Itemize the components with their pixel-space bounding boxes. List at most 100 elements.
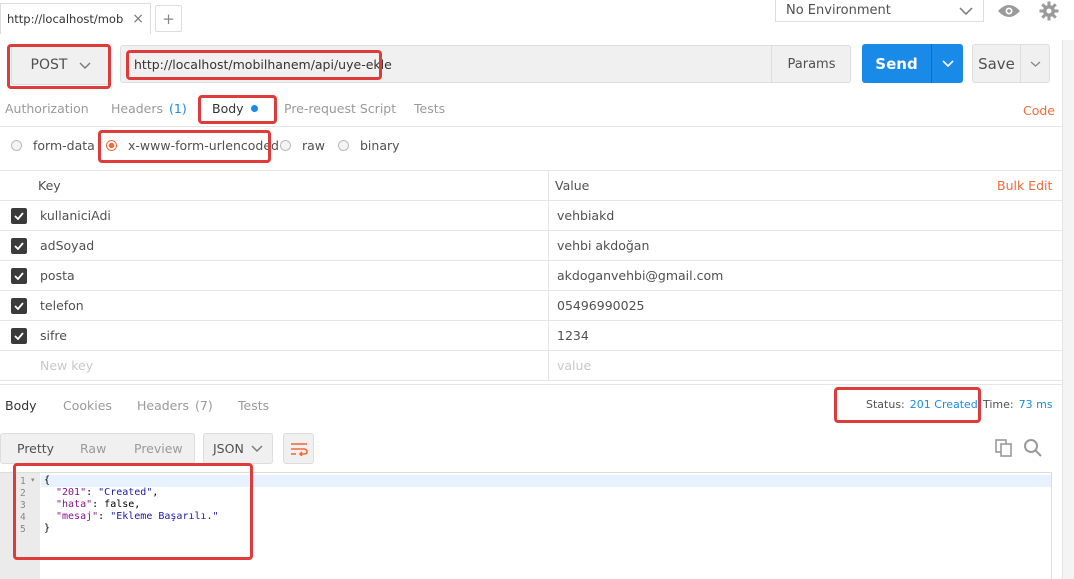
- search-icon[interactable]: [1022, 438, 1044, 458]
- mode-x-www-form-urlencoded[interactable]: x-www-form-urlencoded: [106, 138, 279, 153]
- row-key[interactable]: sifre: [40, 328, 67, 343]
- column-divider: [548, 321, 549, 351]
- time-value: 73 ms: [1018, 398, 1053, 411]
- json-value: "Ekleme Başarılı.": [110, 511, 219, 522]
- radio-icon: [106, 140, 117, 151]
- scrollbar[interactable]: [1062, 40, 1074, 579]
- pretty-button[interactable]: Pretty: [17, 441, 54, 456]
- code-link[interactable]: Code: [1023, 103, 1055, 118]
- check-icon[interactable]: [11, 327, 27, 344]
- check-icon[interactable]: [11, 267, 27, 284]
- column-divider: [548, 171, 549, 201]
- radio-icon: [280, 140, 291, 151]
- code-line: "201": "Created",: [56, 487, 159, 498]
- column-divider: [548, 261, 549, 291]
- tab-authorization[interactable]: Authorization: [5, 101, 89, 116]
- response-tab-headers[interactable]: Headers (7): [137, 398, 213, 413]
- active-line-highlight: [41, 475, 1051, 487]
- table-row[interactable]: adSoyad vehbi akdoğan: [0, 231, 1062, 261]
- params-button[interactable]: Params: [771, 45, 851, 83]
- new-value-input[interactable]: value: [557, 358, 591, 373]
- method-select[interactable]: POST: [11, 45, 111, 85]
- line-number: 1: [20, 476, 26, 487]
- chevron-down-icon: [941, 60, 954, 67]
- close-icon[interactable]: ×: [132, 11, 144, 27]
- params-table: Key Value Bulk Edit kullaniciAdi vehbiak…: [0, 170, 1062, 382]
- wrap-icon[interactable]: [283, 433, 314, 464]
- status-badge: Status: 201 Created: [866, 398, 978, 411]
- chevron-down-icon: [1030, 61, 1040, 67]
- table-row[interactable]: posta akdoganvehbi@gmail.com: [0, 261, 1062, 291]
- code-open-brace: {: [44, 475, 51, 486]
- status-value: 201 Created: [909, 398, 978, 411]
- check-icon[interactable]: [11, 207, 27, 224]
- line-number: 3: [20, 500, 26, 511]
- line-number: 2: [20, 488, 26, 499]
- eye-icon[interactable]: [992, 0, 1025, 22]
- radio-icon: [338, 140, 349, 151]
- line-number: 4: [20, 512, 26, 523]
- row-key[interactable]: posta: [40, 268, 75, 283]
- bulk-edit-link[interactable]: Bulk Edit: [997, 178, 1052, 193]
- radio-icon: [11, 140, 22, 151]
- environment-select[interactable]: No Environment: [775, 0, 984, 22]
- copy-icon[interactable]: [994, 438, 1014, 458]
- check-icon[interactable]: [11, 297, 27, 314]
- plus-icon[interactable]: +: [155, 5, 182, 32]
- time-label: Time:: [983, 398, 1014, 411]
- table-row[interactable]: sifre 1234: [0, 321, 1062, 351]
- row-value[interactable]: 05496990025: [557, 298, 644, 313]
- column-divider: [548, 351, 549, 381]
- response-tab-cookies[interactable]: Cookies: [63, 398, 112, 413]
- tab-body[interactable]: Body: [212, 101, 258, 116]
- row-value[interactable]: 1234: [557, 328, 589, 343]
- new-row[interactable]: New key value: [0, 351, 1062, 381]
- fold-icon[interactable]: ▾: [31, 476, 35, 484]
- send-dropdown[interactable]: [932, 60, 963, 67]
- row-key[interactable]: telefon: [40, 298, 84, 313]
- row-key[interactable]: adSoyad: [40, 238, 94, 253]
- view-mode-group: Pretty Raw Preview: [0, 433, 195, 464]
- mode-form-data[interactable]: form-data: [11, 138, 95, 153]
- mode-form-data-label: form-data: [33, 138, 95, 153]
- response-tab-headers-count: (7): [195, 398, 213, 413]
- chevron-down-icon: [251, 445, 263, 452]
- row-value[interactable]: akdoganvehbi@gmail.com: [557, 268, 723, 283]
- tabs-divider: [0, 126, 1074, 127]
- request-tab[interactable]: http://localhost/mobil ×: [0, 3, 151, 34]
- mode-binary[interactable]: binary: [338, 138, 400, 153]
- mode-raw[interactable]: raw: [280, 138, 325, 153]
- row-key[interactable]: kullaniciAdi: [40, 208, 111, 223]
- format-label: JSON: [213, 441, 244, 456]
- request-tab-title: http://localhost/mobil: [7, 12, 125, 26]
- response-tab-body[interactable]: Body: [5, 398, 37, 413]
- line-number: 5: [20, 524, 26, 535]
- send-button[interactable]: Send: [862, 44, 963, 83]
- mode-raw-label: raw: [302, 138, 326, 153]
- preview-button[interactable]: Preview: [134, 441, 183, 456]
- tab-pre-request-script[interactable]: Pre-request Script: [284, 101, 396, 116]
- status-label: Status:: [866, 398, 905, 411]
- json-sep: ,: [152, 487, 159, 498]
- check-icon[interactable]: [11, 237, 27, 254]
- url-input[interactable]: [128, 48, 768, 80]
- table-row[interactable]: kullaniciAdi vehbiakd: [0, 201, 1062, 231]
- response-tab-tests[interactable]: Tests: [238, 398, 269, 413]
- table-row[interactable]: telefon 05496990025: [0, 291, 1062, 321]
- format-select[interactable]: JSON: [203, 433, 273, 464]
- save-label: Save: [978, 54, 1015, 73]
- mode-urlencoded-label: x-www-form-urlencoded: [128, 138, 279, 153]
- column-divider: [548, 291, 549, 321]
- environment-selected: No Environment: [786, 3, 891, 18]
- new-key-input[interactable]: New key: [40, 358, 93, 373]
- row-value[interactable]: vehbi akdoğan: [557, 238, 649, 253]
- code-line: "hata": false,: [56, 499, 141, 510]
- tab-headers[interactable]: Headers (1): [111, 101, 187, 116]
- code-close-brace: }: [44, 523, 51, 534]
- save-dropdown[interactable]: [1021, 61, 1049, 67]
- save-button[interactable]: Save: [972, 44, 1050, 83]
- gear-icon[interactable]: [1034, 0, 1064, 22]
- raw-button[interactable]: Raw: [80, 441, 106, 456]
- tab-tests[interactable]: Tests: [414, 101, 445, 116]
- row-value[interactable]: vehbiakd: [557, 208, 614, 223]
